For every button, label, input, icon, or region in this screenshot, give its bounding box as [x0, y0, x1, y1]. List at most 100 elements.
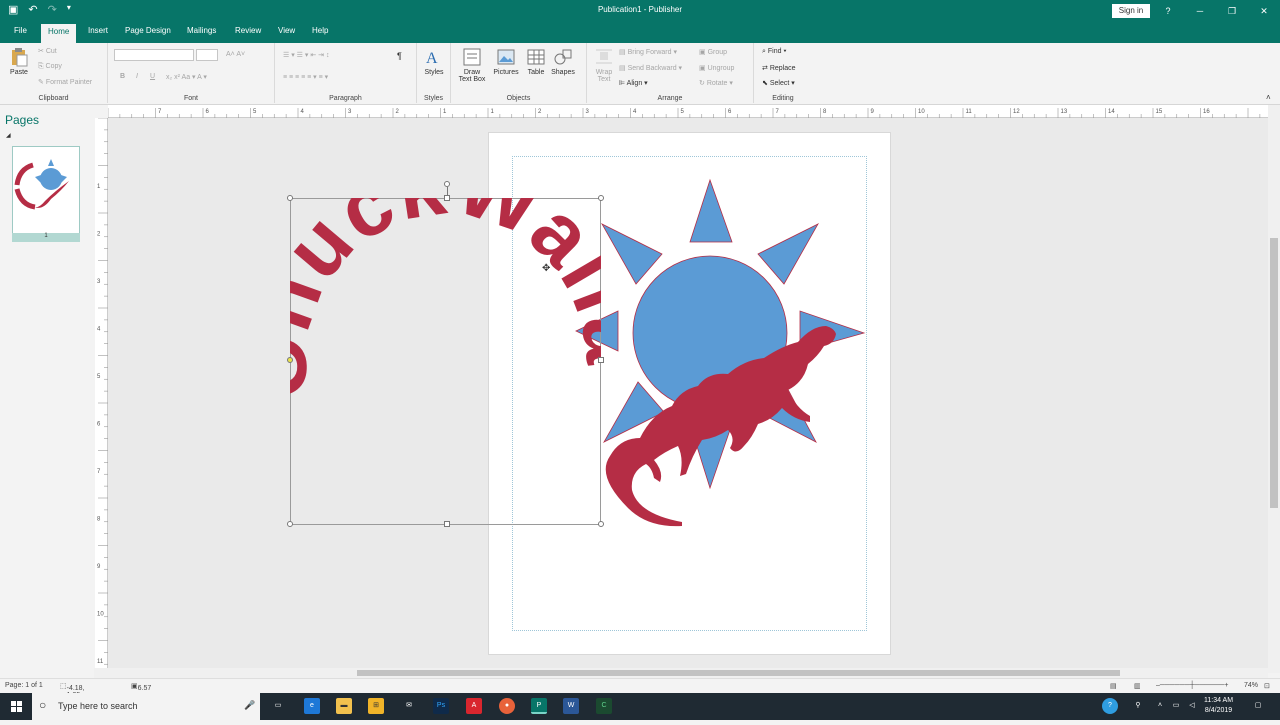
font-format-icons[interactable]: x₂ x² Aa ▾ A ▾ [166, 73, 207, 81]
task-view-icon[interactable]: ▭ [270, 698, 286, 714]
tab-mailings[interactable]: Mailings [187, 26, 216, 35]
taskbar-clock[interactable]: 11:34 AM 8/4/2019 [1204, 696, 1233, 716]
help-tray-icon[interactable]: ? [1102, 698, 1118, 714]
resize-handle-br[interactable] [598, 521, 604, 527]
bold-button[interactable]: B [120, 73, 125, 80]
tab-file[interactable]: File [14, 26, 27, 35]
page-count: Page: 1 of 1 [5, 682, 43, 689]
edge-icon[interactable]: e [304, 698, 320, 714]
people-icon[interactable]: ⚲ [1130, 698, 1146, 714]
photoshop-icon[interactable]: Ps [433, 698, 449, 714]
collapse-pane-icon[interactable]: ◢ [6, 132, 11, 139]
shapes-button[interactable]: Shapes [548, 47, 578, 76]
horizontal-ruler-ticks: 7 6 5 4 3 2 1 1 2 3 4 5 6 7 8 9 10 11 12 13 14 15 16 [107, 108, 1261, 118]
sign-in-button[interactable]: Sign in [1112, 4, 1150, 18]
help-icon[interactable]: ? [1152, 0, 1184, 22]
styles-button[interactable]: A Styles [419, 47, 449, 76]
resize-handle-t[interactable] [444, 195, 450, 201]
replace-button[interactable]: ⇄ Replace [762, 64, 796, 72]
zoom-slider[interactable]: –──────┼──────+ [1156, 682, 1228, 689]
tab-view[interactable]: View [278, 26, 295, 35]
resize-handle-tl[interactable] [287, 195, 293, 201]
taskbar-search-box[interactable]: ○ Type here to search 🎤 [32, 693, 260, 720]
minimize-icon[interactable]: ─ [1184, 0, 1216, 22]
font-name-combo[interactable] [114, 49, 194, 61]
resize-handle-b[interactable] [444, 521, 450, 527]
volume-icon[interactable]: ◁ [1184, 698, 1200, 714]
vertical-scrollbar[interactable] [1268, 105, 1280, 673]
tab-review[interactable]: Review [235, 26, 261, 35]
italic-button[interactable]: I [136, 73, 138, 80]
styles-group-label: Styles [423, 95, 444, 102]
store-icon[interactable]: ⊞ [368, 698, 384, 714]
vertical-scroll-thumb[interactable] [1270, 238, 1278, 508]
tab-home[interactable]: Home [41, 24, 77, 43]
acrobat-icon[interactable]: A [466, 698, 482, 714]
bring-forward-button[interactable]: ▤ Bring Forward ▾ [619, 48, 677, 56]
select-button[interactable]: ⬉ Select ▾ [762, 79, 795, 87]
camtasia-icon[interactable]: C [596, 698, 612, 714]
resize-handle-r[interactable] [598, 357, 604, 363]
cut-button[interactable]: ✂ Cut [38, 47, 57, 55]
font-size-combo[interactable] [196, 49, 218, 61]
two-page-view-icon[interactable]: ▥ [1134, 682, 1141, 690]
file-explorer-icon[interactable]: ▬ [336, 698, 352, 714]
tab-page-design[interactable]: Page Design [125, 26, 171, 35]
format-painter-button[interactable]: ✎ Format Painter [38, 78, 92, 86]
notifications-icon[interactable]: ▢ [1250, 698, 1266, 714]
resize-handle-bl[interactable] [287, 521, 293, 527]
vertical-ruler-ticks: 1 2 3 4 5 6 7 8 9 10 11 [97, 117, 108, 665]
horizontal-scrollbar[interactable] [94, 668, 1268, 678]
pictures-button[interactable]: Pictures [491, 47, 521, 76]
move-cursor-icon: ✥ [542, 263, 551, 274]
table-button[interactable]: Table [521, 47, 551, 76]
paste-button[interactable]: Paste [4, 47, 34, 76]
copy-button[interactable]: ⎘ Copy [38, 63, 62, 71]
zoom-level[interactable]: 74% [1244, 682, 1258, 689]
tray-chevron-icon[interactable]: ˄ [1152, 698, 1168, 714]
microphone-icon[interactable]: 🎤 [244, 700, 255, 711]
draw-text-box-button[interactable]: Draw Text Box [457, 47, 487, 83]
ungroup-button[interactable]: ▣ Ungroup [699, 64, 734, 72]
publisher-icon[interactable]: P [531, 698, 547, 714]
ruler-top-label: 2 [538, 109, 542, 115]
fit-page-icon[interactable]: ⊡ [1264, 682, 1270, 690]
rotate-button[interactable]: ↻ Rotate ▾ [699, 79, 733, 87]
font-group-label: Font [183, 95, 198, 102]
grow-font-icon[interactable]: A˄ A˅ [226, 51, 245, 58]
word-icon[interactable]: W [563, 698, 579, 714]
wrap-text-button[interactable]: Wrap Text [589, 47, 619, 83]
find-button[interactable]: ⌕ Find ▾ [762, 48, 786, 56]
firefox-icon[interactable]: ● [499, 698, 515, 714]
ruler-top-label: 7 [776, 109, 780, 115]
underline-button[interactable]: U [150, 73, 155, 80]
adjust-handle[interactable] [287, 357, 293, 363]
pilcrow-button[interactable]: ¶ [397, 51, 402, 61]
bullets-icon[interactable]: ☰ ▾ ☰ ▾ ⇤ ⇥ ↕ [283, 51, 329, 59]
alignment-icons[interactable]: ≡ ≡ ≡ ≡ ≡ ▾ ≡ ▾ [283, 73, 328, 81]
close-icon[interactable]: ✕ [1248, 0, 1280, 22]
start-button[interactable] [0, 693, 32, 720]
collapse-ribbon-icon[interactable]: ˄ [1266, 93, 1271, 102]
publication-canvas[interactable]: ChuckWalla ✥ [108, 118, 1268, 668]
window-controls: ? ─ ❐ ✕ [1152, 0, 1280, 22]
page-thumbnail[interactable] [12, 146, 80, 239]
sun-lizard-picture[interactable] [568, 176, 868, 531]
format-painter-label: Format Painter [45, 79, 93, 86]
send-backward-button[interactable]: ▤ Send Backward ▾ [619, 64, 682, 72]
single-page-view-icon[interactable]: ▤ [1110, 682, 1117, 690]
resize-handle-tr[interactable] [598, 195, 604, 201]
wordart-chuckwalla[interactable]: ChuckWalla [290, 198, 601, 525]
network-icon[interactable]: ▭ [1168, 698, 1184, 714]
group-button[interactable]: ▣ Group [699, 48, 727, 56]
tab-insert[interactable]: Insert [88, 26, 108, 35]
ruler-left-label: 8 [97, 517, 101, 523]
horizontal-scroll-thumb[interactable] [357, 670, 1120, 676]
align-button[interactable]: ⊫ Align ▾ [619, 79, 648, 87]
restore-icon[interactable]: ❐ [1216, 0, 1248, 22]
tab-help[interactable]: Help [312, 26, 328, 35]
replace-label: Replace [769, 65, 796, 72]
mail-icon[interactable]: ✉ [401, 698, 417, 714]
ruler-top-label: 5 [253, 109, 257, 115]
thumbnail-preview [14, 159, 69, 210]
